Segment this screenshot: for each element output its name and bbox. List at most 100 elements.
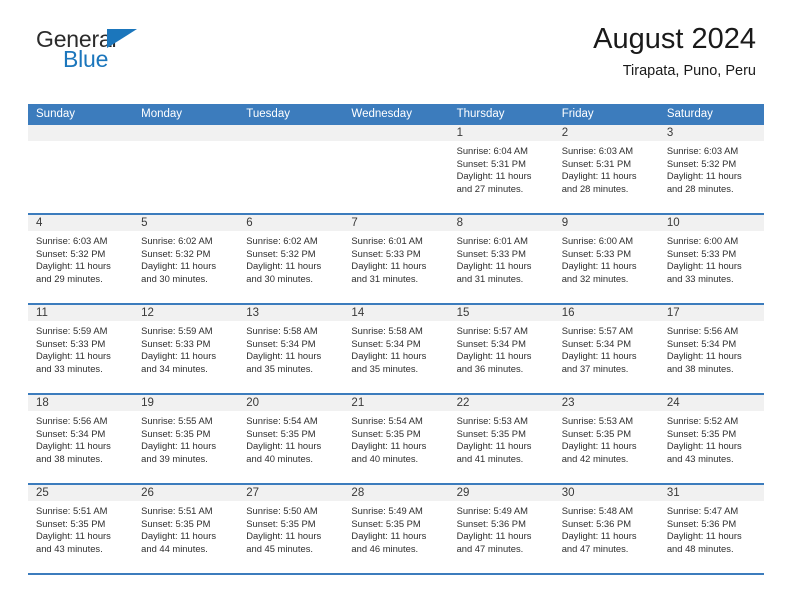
day-cell[interactable]: 10 Sunrise: 6:00 AM Sunset: 5:33 PM Dayligh… xyxy=(658,215,764,303)
day-cell[interactable]: 5 Sunrise: 6:02 AM Sunset: 5:32 PM Daylight… xyxy=(133,215,239,303)
day-number: 25 xyxy=(28,485,134,501)
day-cell[interactable]: 22 Sunrise: 5:53 AM Sunset: 5:35 PM Dayligh… xyxy=(448,395,554,483)
day-cell[interactable]: 29 Sunrise: 5:49 AM Sunset: 5:36 PM Dayligh… xyxy=(448,485,554,573)
day-cell[interactable]: 17 Sunrise: 5:56 AM Sunset: 5:34 PM Dayligh… xyxy=(658,305,764,393)
day-detail-line: Daylight: 11 hours xyxy=(456,440,532,452)
day-detail-line: Sunset: 5:35 PM xyxy=(246,517,316,529)
day-cell[interactable]: 20 Sunrise: 5:54 AM Sunset: 5:35 PM Dayligh… xyxy=(238,395,344,483)
day-cell[interactable]: 26 Sunrise: 5:51 AM Sunset: 5:35 PM Dayligh… xyxy=(133,485,239,573)
weekday-header-row: Sunday Monday Tuesday Wednesday Thursday Frid… xyxy=(28,104,764,125)
day-details: Sunrise: 6:01 AM Sunset: 5:33 PM Daylight:… xyxy=(448,231,554,303)
day-cell[interactable]: 31 Sunrise: 5:47 AM Sunset: 5:36 PM Dayligh… xyxy=(658,485,764,573)
day-details: Sunrise: 5:56 AM Sunset: 5:34 PM Daylight:… xyxy=(28,411,134,483)
day-cell[interactable]: 30 Sunrise: 5:48 AM Sunset: 5:36 PM Dayligh… xyxy=(553,485,659,573)
blue-triangle-icon xyxy=(107,29,137,48)
day-detail-line: Sunset: 5:33 PM xyxy=(666,247,737,259)
day-detail-line: Sunset: 5:35 PM xyxy=(36,517,106,529)
day-detail-line: and 33 minutes. xyxy=(666,272,734,284)
calendar-week-row: 25 Sunrise: 5:51 AM Sunset: 5:35 PM Dayligh… xyxy=(28,483,764,573)
day-detail-line: Sunrise: 5:52 AM xyxy=(666,415,739,426)
day-detail-line: Sunset: 5:33 PM xyxy=(141,337,211,349)
day-detail-line: and 35 minutes. xyxy=(246,362,313,374)
day-cell[interactable]: 23 Sunrise: 5:53 AM Sunset: 5:35 PM Dayligh… xyxy=(553,395,659,483)
day-cell[interactable]: 4 Sunrise: 6:03 AM Sunset: 5:32 PM Daylight… xyxy=(28,215,134,303)
weekday-header-saturday: Saturday xyxy=(666,108,713,120)
day-detail-line: Sunset: 5:33 PM xyxy=(561,247,632,259)
day-cell[interactable]: 1 Sunrise: 6:04 AM Sunset: 5:31 PM Daylight… xyxy=(448,125,554,213)
day-detail-line: Sunrise: 5:56 AM xyxy=(666,325,739,336)
day-cell[interactable]: 24 Sunrise: 5:52 AM Sunset: 5:35 PM Dayligh… xyxy=(658,395,764,483)
day-cell[interactable]: 19 Sunrise: 5:55 AM Sunset: 5:35 PM Dayligh… xyxy=(133,395,239,483)
day-number: 20 xyxy=(238,395,344,411)
day-detail-line: Sunrise: 6:00 AM xyxy=(561,235,634,246)
day-number: 5 xyxy=(133,215,239,231)
day-detail-line: and 36 minutes. xyxy=(456,362,524,374)
day-number: 12 xyxy=(133,305,239,321)
day-cell[interactable]: 7 Sunrise: 6:01 AM Sunset: 5:33 PM Daylight… xyxy=(343,215,449,303)
day-detail-line: Sunrise: 5:57 AM xyxy=(561,325,634,336)
day-detail-line: Sunset: 5:36 PM xyxy=(456,517,526,529)
weekday-header-friday: Friday xyxy=(561,108,594,120)
day-detail-line: Daylight: 11 hours xyxy=(246,260,322,272)
day-number: 4 xyxy=(28,215,134,231)
day-detail-line: Daylight: 11 hours xyxy=(36,350,111,362)
day-cell[interactable]: 2 Sunrise: 6:03 AM Sunset: 5:31 PM Daylight… xyxy=(553,125,659,213)
day-detail-line: and 38 minutes. xyxy=(36,452,103,464)
day-detail-line: Daylight: 11 hours xyxy=(36,260,111,272)
day-details: Sunrise: 6:03 AM Sunset: 5:32 PM Daylight:… xyxy=(658,141,764,213)
day-detail-line: Sunrise: 6:02 AM xyxy=(141,235,213,246)
weekday-header-sunday: Sunday xyxy=(36,108,76,120)
day-detail-line: and 35 minutes. xyxy=(351,362,419,374)
day-cell[interactable]: 12 Sunrise: 5:59 AM Sunset: 5:33 PM Dayligh… xyxy=(133,305,239,393)
day-detail-line: Daylight: 11 hours xyxy=(456,530,532,542)
day-cell[interactable]: 11 Sunrise: 5:59 AM Sunset: 5:33 PM Dayligh… xyxy=(28,305,134,393)
day-cell[interactable]: 13 Sunrise: 5:58 AM Sunset: 5:34 PM Dayligh… xyxy=(238,305,344,393)
day-detail-line: and 29 minutes. xyxy=(36,272,103,284)
calendar-bottom-rule xyxy=(28,573,764,575)
title-block: August 2024 Tirapata, Puno, Peru xyxy=(593,22,756,80)
day-detail-line: Daylight: 11 hours xyxy=(561,440,637,452)
day-detail-line: Sunset: 5:32 PM xyxy=(246,247,316,259)
weekday-header-tuesday: Tuesday xyxy=(246,108,290,120)
day-detail-line: Daylight: 11 hours xyxy=(141,530,217,542)
day-details: Sunrise: 5:47 AM Sunset: 5:36 PM Daylight:… xyxy=(658,501,764,573)
day-details: Sunrise: 5:53 AM Sunset: 5:35 PM Daylight:… xyxy=(448,411,554,483)
day-cell[interactable]: 9 Sunrise: 6:00 AM Sunset: 5:33 PM Daylight… xyxy=(553,215,659,303)
day-cell[interactable]: 8 Sunrise: 6:01 AM Sunset: 5:33 PM Daylight… xyxy=(448,215,554,303)
day-cell[interactable]: 21 Sunrise: 5:54 AM Sunset: 5:35 PM Dayligh… xyxy=(343,395,449,483)
day-cell[interactable]: 15 Sunrise: 5:57 AM Sunset: 5:34 PM Dayligh… xyxy=(448,305,554,393)
day-details: Sunrise: 5:49 AM Sunset: 5:35 PM Daylight:… xyxy=(343,501,449,573)
day-detail-line: and 32 minutes. xyxy=(561,272,629,284)
general-blue-logo[interactable]: General Blue xyxy=(36,26,156,76)
day-number: 17 xyxy=(658,305,764,321)
day-detail-line: and 47 minutes. xyxy=(561,542,629,554)
page-title: August 2024 xyxy=(593,23,756,55)
day-detail-line: Sunrise: 5:51 AM xyxy=(141,505,213,516)
day-detail-line: and 34 minutes. xyxy=(141,362,208,374)
day-detail-line: Daylight: 11 hours xyxy=(561,170,637,182)
day-number: 9 xyxy=(553,215,659,231)
day-cell[interactable]: 18 Sunrise: 5:56 AM Sunset: 5:34 PM Dayligh… xyxy=(28,395,134,483)
day-number: 19 xyxy=(133,395,239,411)
day-details xyxy=(343,141,449,213)
day-details: Sunrise: 5:48 AM Sunset: 5:36 PM Daylight:… xyxy=(553,501,659,573)
day-cell[interactable]: 28 Sunrise: 5:49 AM Sunset: 5:35 PM Dayligh… xyxy=(343,485,449,573)
day-number: 11 xyxy=(28,305,134,321)
day-number: 13 xyxy=(238,305,344,321)
day-cell[interactable]: 25 Sunrise: 5:51 AM Sunset: 5:35 PM Dayligh… xyxy=(28,485,134,573)
day-cell[interactable]: 16 Sunrise: 5:57 AM Sunset: 5:34 PM Dayligh… xyxy=(553,305,659,393)
day-detail-line: Sunrise: 6:01 AM xyxy=(351,235,423,246)
day-detail-line: Sunrise: 5:59 AM xyxy=(36,325,108,336)
day-cell[interactable]: 3 Sunrise: 6:03 AM Sunset: 5:32 PM Daylight… xyxy=(658,125,764,213)
day-detail-line: and 38 minutes. xyxy=(666,362,734,374)
day-cell[interactable]: 6 Sunrise: 6:02 AM Sunset: 5:32 PM Daylight… xyxy=(238,215,344,303)
day-cell[interactable]: 14 Sunrise: 5:58 AM Sunset: 5:34 PM Dayligh… xyxy=(343,305,449,393)
day-detail-line: and 37 minutes. xyxy=(561,362,629,374)
day-detail-line: Sunset: 5:35 PM xyxy=(246,427,316,439)
day-detail-line: Sunset: 5:34 PM xyxy=(351,337,421,349)
calendar-week-row: 18 Sunrise: 5:56 AM Sunset: 5:34 PM Dayligh… xyxy=(28,393,764,483)
day-detail-line: Daylight: 11 hours xyxy=(666,170,742,182)
day-detail-line: Sunrise: 5:53 AM xyxy=(561,415,634,426)
day-detail-line: Sunrise: 5:47 AM xyxy=(666,505,739,516)
day-cell[interactable]: 27 Sunrise: 5:50 AM Sunset: 5:35 PM Dayligh… xyxy=(238,485,344,573)
